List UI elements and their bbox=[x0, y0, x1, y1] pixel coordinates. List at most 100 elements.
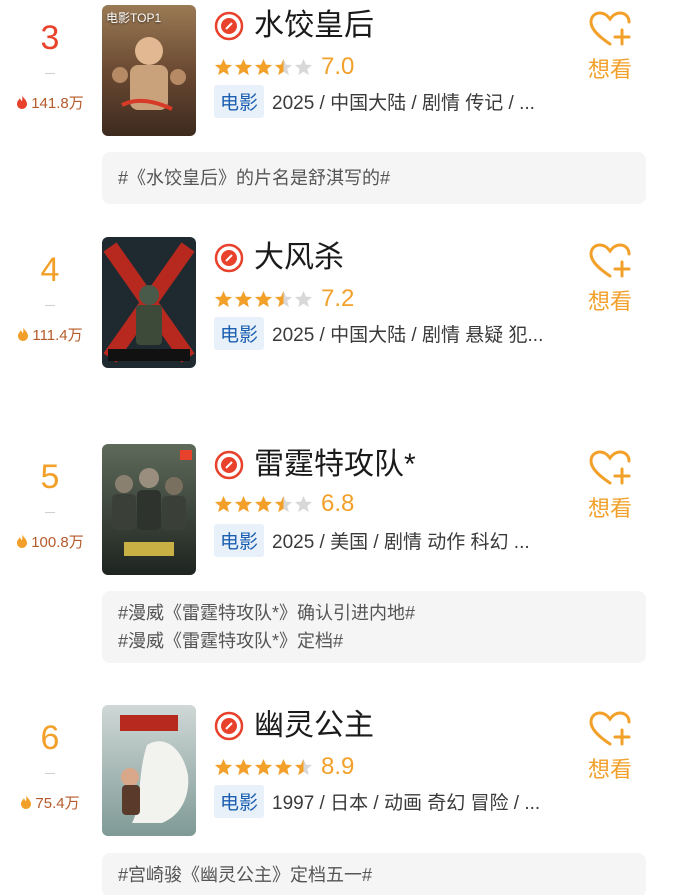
star-icon bbox=[294, 495, 313, 512]
star-icon bbox=[214, 290, 233, 307]
want-label: 想看 bbox=[587, 757, 632, 782]
heat-value: 75.4万 bbox=[35, 795, 80, 812]
poster-image[interactable]: 电影TOP1 bbox=[102, 5, 196, 136]
want-to-see-button[interactable]: 想看 bbox=[584, 449, 636, 523]
heat-count: 100.8万 bbox=[0, 533, 100, 553]
movie-meta: 1997 / 日本 / 动画 奇幻 冒险 / ... bbox=[272, 792, 541, 814]
rank-divider bbox=[45, 73, 55, 74]
category-badge: 电影 bbox=[214, 316, 265, 350]
category-badge: 电影 bbox=[214, 784, 265, 818]
star-rating bbox=[214, 58, 313, 77]
heart-plus-icon bbox=[589, 11, 631, 46]
rating: 6.8 bbox=[214, 490, 355, 517]
heart-plus-icon bbox=[589, 450, 631, 485]
meta-row: 电影 2025 / 美国 / 剧情 动作 科幻 ... bbox=[214, 523, 530, 557]
star-icon bbox=[294, 58, 313, 75]
rank-number: 4 bbox=[40, 251, 60, 289]
rank-divider bbox=[45, 773, 55, 774]
want-label: 想看 bbox=[587, 57, 632, 82]
rating-score: 7.2 bbox=[321, 285, 355, 312]
star-icon bbox=[234, 758, 253, 775]
heat-count: 75.4万 bbox=[0, 794, 100, 814]
topic-tags: #漫威《雷霆特攻队*》确认引进内地# #漫威《雷霆特攻队*》定档# bbox=[102, 591, 646, 663]
rating-score: 7.0 bbox=[321, 53, 355, 80]
star-rating bbox=[214, 495, 313, 514]
topic-tag[interactable]: #漫威《雷霆特攻队*》确认引进内地# bbox=[118, 599, 630, 627]
star-icon bbox=[274, 290, 293, 307]
title-row[interactable]: 雷霆特攻队* bbox=[214, 447, 416, 483]
play-record-icon bbox=[214, 450, 244, 480]
star-icon bbox=[214, 58, 233, 75]
title-row[interactable]: 幽灵公主 bbox=[214, 708, 374, 744]
movie-meta: 2025 / 中国大陆 / 剧情 悬疑 犯... bbox=[272, 324, 544, 346]
play-record-icon bbox=[214, 711, 244, 741]
title-row[interactable]: 水饺皇后 bbox=[214, 8, 374, 44]
star-icon bbox=[294, 758, 313, 775]
flame-icon bbox=[16, 534, 28, 548]
play-record-icon bbox=[214, 11, 244, 41]
play-record-icon bbox=[214, 243, 244, 273]
rank-number: 6 bbox=[40, 719, 60, 757]
star-icon bbox=[294, 290, 313, 307]
rating-score: 6.8 bbox=[321, 490, 355, 517]
topic-tag[interactable]: #漫威《雷霆特攻队*》定档# bbox=[118, 627, 630, 655]
meta-row: 电影 2025 / 中国大陆 / 剧情 悬疑 犯... bbox=[214, 316, 544, 350]
movie-title: 水饺皇后 bbox=[254, 9, 374, 42]
rating: 8.9 bbox=[214, 753, 355, 780]
list-item[interactable]: 6 75.4万 幽灵公主 8.9 电影 1997 / 日本 / 动画 奇幻 冒险… bbox=[0, 700, 674, 895]
poster-image[interactable] bbox=[102, 237, 196, 368]
title-row[interactable]: 大风杀 bbox=[214, 240, 344, 276]
star-icon bbox=[254, 290, 273, 307]
movie-title: 雷霆特攻队* bbox=[254, 448, 416, 481]
star-icon bbox=[214, 495, 233, 512]
list-item[interactable]: 5 100.8万 雷霆特攻队* 6.8 电影 2025 / 美国 / 剧情 动作… bbox=[0, 439, 674, 669]
rank-number: 3 bbox=[40, 19, 60, 57]
category-badge: 电影 bbox=[214, 84, 265, 118]
star-icon bbox=[214, 758, 233, 775]
list-item[interactable]: 3 141.8万 电影TOP1 水饺皇后 7.0 电影 2025 / 中国大陆 … bbox=[0, 0, 674, 210]
heat-value: 100.8万 bbox=[31, 534, 84, 551]
meta-row: 电影 2025 / 中国大陆 / 剧情 传记 / ... bbox=[214, 84, 535, 118]
star-icon bbox=[234, 495, 253, 512]
heat-count: 111.4万 bbox=[0, 326, 100, 346]
flame-icon bbox=[16, 95, 28, 109]
meta-row: 电影 1997 / 日本 / 动画 奇幻 冒险 / ... bbox=[214, 784, 541, 818]
list-item[interactable]: 4 111.4万 大风杀 7.2 电影 2025 / 中国大陆 / 剧情 悬疑 … bbox=[0, 232, 674, 432]
star-icon bbox=[234, 58, 253, 75]
heart-plus-icon bbox=[589, 711, 631, 746]
topic-tags: #《水饺皇后》的片名是舒淇写的# bbox=[102, 152, 646, 204]
heat-value: 141.8万 bbox=[31, 95, 84, 112]
heat-value: 111.4万 bbox=[32, 327, 83, 344]
movie-title: 大风杀 bbox=[254, 241, 344, 274]
topic-tag[interactable]: #《水饺皇后》的片名是舒淇写的# bbox=[118, 164, 630, 192]
want-label: 想看 bbox=[587, 496, 632, 521]
poster-image[interactable] bbox=[102, 705, 196, 836]
star-icon bbox=[274, 495, 293, 512]
topic-tags: #宫崎骏《幽灵公主》定档五一# bbox=[102, 853, 646, 895]
star-rating bbox=[214, 758, 313, 777]
rank-number: 5 bbox=[40, 458, 60, 496]
star-icon bbox=[254, 58, 273, 75]
heat-count: 141.8万 bbox=[0, 94, 100, 114]
movie-meta: 2025 / 美国 / 剧情 动作 科幻 ... bbox=[272, 531, 530, 553]
want-to-see-button[interactable]: 想看 bbox=[584, 710, 636, 784]
star-icon bbox=[274, 58, 293, 75]
movie-title: 幽灵公主 bbox=[254, 709, 374, 742]
want-to-see-button[interactable]: 想看 bbox=[584, 10, 636, 84]
rank-divider bbox=[45, 305, 55, 306]
category-badge: 电影 bbox=[214, 523, 265, 557]
flame-icon bbox=[20, 795, 32, 809]
star-icon bbox=[274, 758, 293, 775]
rating-score: 8.9 bbox=[321, 753, 355, 780]
star-rating bbox=[214, 290, 313, 309]
star-icon bbox=[234, 290, 253, 307]
poster-image[interactable] bbox=[102, 444, 196, 575]
rating: 7.0 bbox=[214, 53, 355, 80]
star-icon bbox=[254, 495, 273, 512]
want-to-see-button[interactable]: 想看 bbox=[584, 242, 636, 316]
topic-tag[interactable]: #宫崎骏《幽灵公主》定档五一# bbox=[118, 861, 630, 889]
want-label: 想看 bbox=[587, 289, 632, 314]
star-icon bbox=[254, 758, 273, 775]
rank-divider bbox=[45, 512, 55, 513]
movie-meta: 2025 / 中国大陆 / 剧情 传记 / ... bbox=[272, 92, 535, 114]
